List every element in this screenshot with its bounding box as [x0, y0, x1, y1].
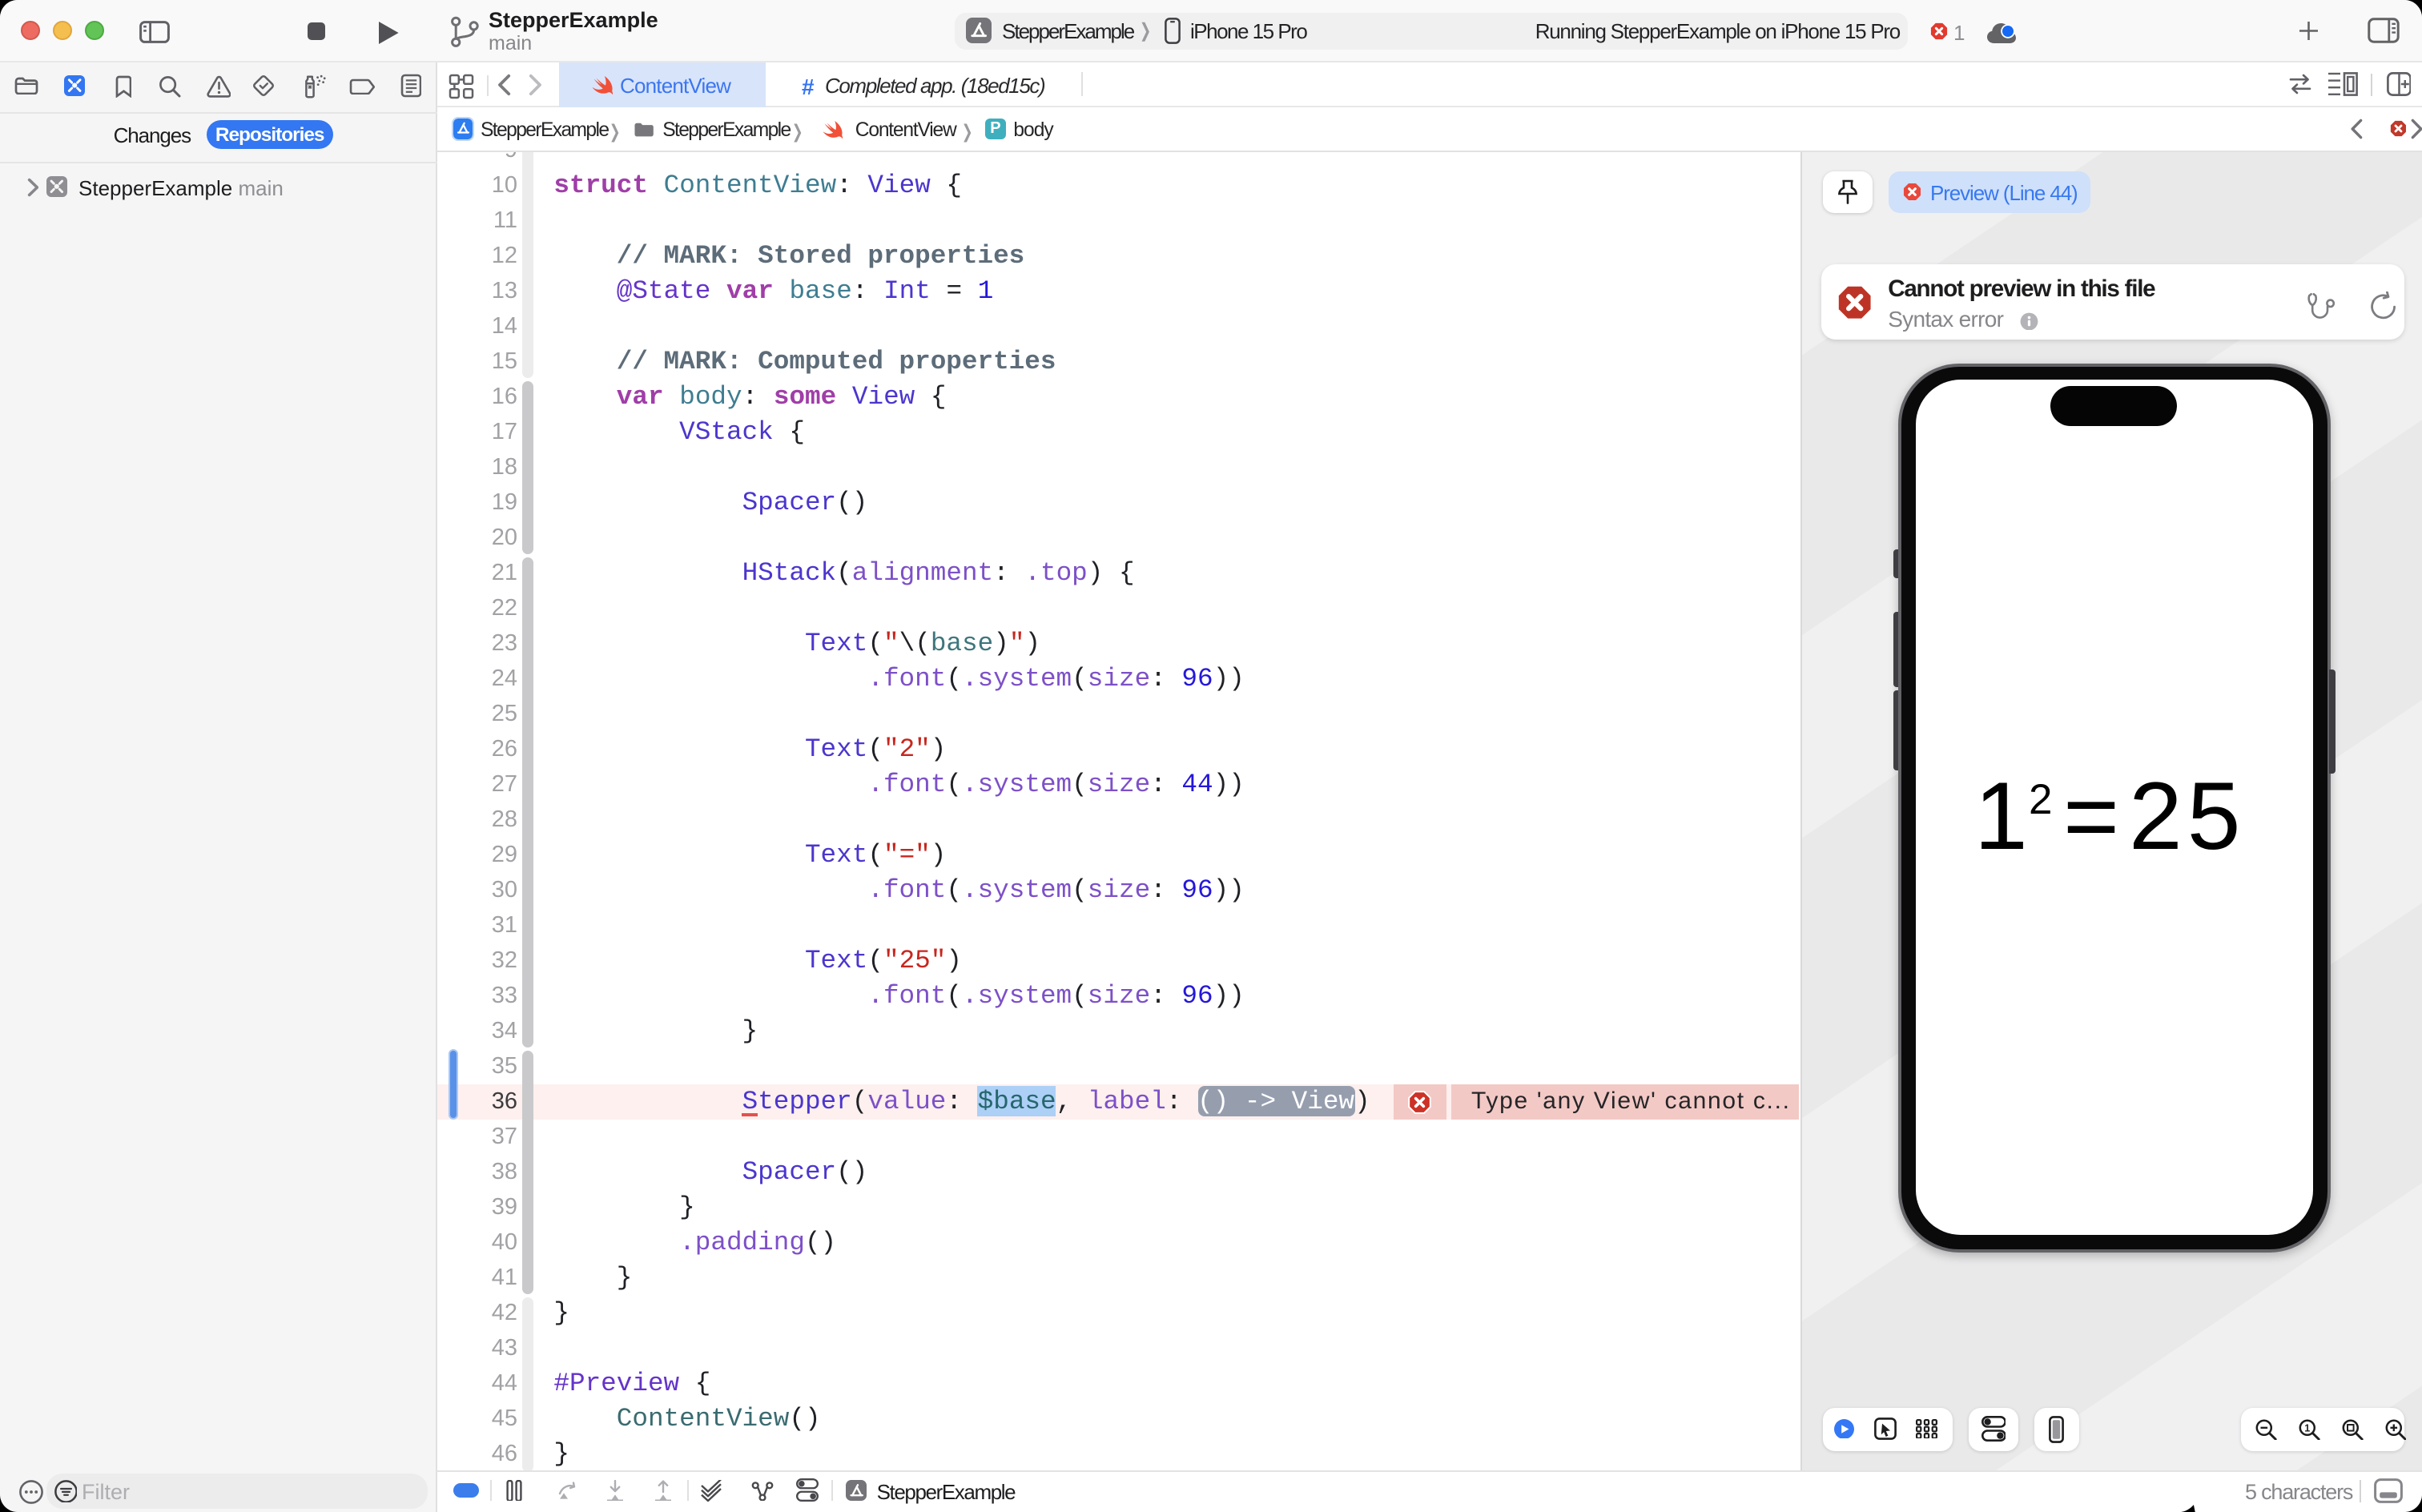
svg-text:1: 1 [2304, 1422, 2310, 1433]
